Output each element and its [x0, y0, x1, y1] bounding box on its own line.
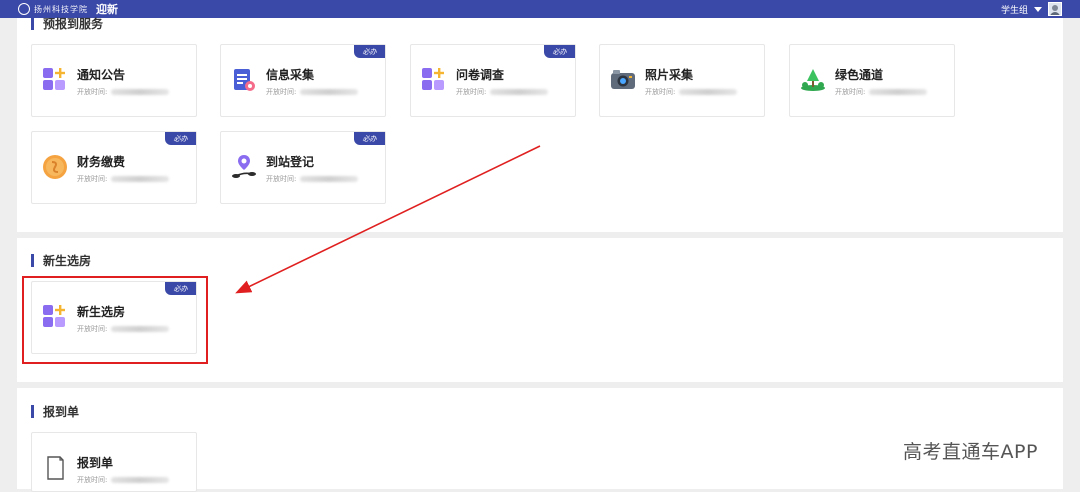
chevron-down-icon[interactable]	[1034, 6, 1042, 12]
card-title: 绿色通道	[835, 68, 884, 82]
open-time: 开放时间:	[77, 174, 170, 184]
coin-icon	[43, 155, 67, 179]
open-time: 开放时间:	[77, 87, 170, 97]
section-title-text: 预报到服务	[43, 17, 104, 31]
card-title: 报到单	[77, 456, 114, 470]
top-navbar: 扬州科技学院 迎新 学生组	[0, 0, 1080, 18]
annotation-highlight-box	[22, 276, 208, 364]
school-name: 扬州科技学院	[34, 4, 88, 14]
card-title: 信息采集	[266, 68, 315, 82]
open-time-label: 开放时间:	[77, 175, 108, 183]
open-time-label: 开放时间:	[266, 88, 297, 96]
card-title: 到站登记	[266, 155, 315, 169]
open-time: 开放时间:	[645, 87, 738, 97]
blurred-time-value	[300, 89, 359, 95]
apps-plus-icon	[43, 68, 65, 90]
open-time-label: 开放时间:	[645, 88, 676, 96]
blurred-time-value	[300, 176, 359, 182]
section-title-report: 报到单	[31, 403, 79, 420]
camera-icon	[611, 70, 635, 89]
document-icon	[47, 456, 64, 480]
avatar[interactable]	[1048, 2, 1062, 16]
card-photo[interactable]: 照片采集 开放时间:	[599, 44, 765, 117]
apps-plus-icon	[422, 68, 444, 90]
user-role-label: 学生组	[1000, 5, 1028, 16]
card-arrival[interactable]: 必办 到站登记 开放时间:	[220, 131, 386, 204]
clipboard-form-icon	[234, 69, 255, 91]
blurred-time-value	[111, 176, 170, 182]
open-time: 开放时间:	[456, 87, 549, 97]
card-report-form[interactable]: 报到单 开放时间:	[31, 432, 197, 492]
section-title-text: 报到单	[43, 405, 80, 419]
open-time-label: 开放时间:	[77, 476, 108, 484]
card-title: 财务缴费	[77, 155, 126, 169]
card-title: 照片采集	[645, 68, 694, 82]
section-accent-bar	[31, 254, 34, 267]
open-time: 开放时间:	[266, 174, 359, 184]
blurred-time-value	[679, 89, 738, 95]
card-title: 问卷调查	[456, 68, 505, 82]
blurred-time-value	[869, 89, 928, 95]
school-seal-icon	[18, 3, 30, 15]
section-accent-bar	[31, 17, 34, 30]
section-title-dorm: 新生选房	[31, 252, 91, 269]
watermark: 高考直通车APP	[903, 441, 1038, 463]
open-time: 开放时间:	[835, 87, 928, 97]
blurred-time-value	[111, 477, 170, 483]
card-notice[interactable]: 通知公告 开放时间:	[31, 44, 197, 117]
card-green-channel[interactable]: 绿色通道 开放时间:	[789, 44, 955, 117]
blurred-time-value	[490, 89, 549, 95]
section-accent-bar	[31, 405, 34, 418]
open-time-label: 开放时间:	[266, 175, 297, 183]
pre-register-panel: 预报到服务 通知公告 开放时间: 必办 信息采集 开放时间: 必办 问卷调查 开…	[17, 15, 1063, 232]
tree-icon	[801, 69, 825, 91]
open-time-label: 开放时间:	[835, 88, 866, 96]
required-badge: 必办	[354, 132, 385, 145]
required-badge: 必办	[165, 132, 196, 145]
blurred-time-value	[111, 89, 170, 95]
card-finance[interactable]: 必办 财务缴费 开放时间:	[31, 131, 197, 204]
card-survey[interactable]: 必办 问卷调查 开放时间:	[410, 44, 576, 117]
open-time: 开放时间:	[266, 87, 359, 97]
required-badge: 必办	[354, 45, 385, 58]
card-title: 通知公告	[77, 68, 126, 82]
required-badge: 必办	[544, 45, 575, 58]
open-time-label: 开放时间:	[456, 88, 487, 96]
location-route-icon	[232, 155, 256, 178]
open-time: 开放时间:	[77, 475, 170, 485]
card-info-collect[interactable]: 必办 信息采集 开放时间:	[220, 44, 386, 117]
open-time-label: 开放时间:	[77, 88, 108, 96]
user-menu[interactable]: 学生组	[1001, 0, 1062, 18]
section-title-pre-register: 预报到服务	[31, 15, 103, 32]
section-title-text: 新生选房	[43, 254, 92, 268]
